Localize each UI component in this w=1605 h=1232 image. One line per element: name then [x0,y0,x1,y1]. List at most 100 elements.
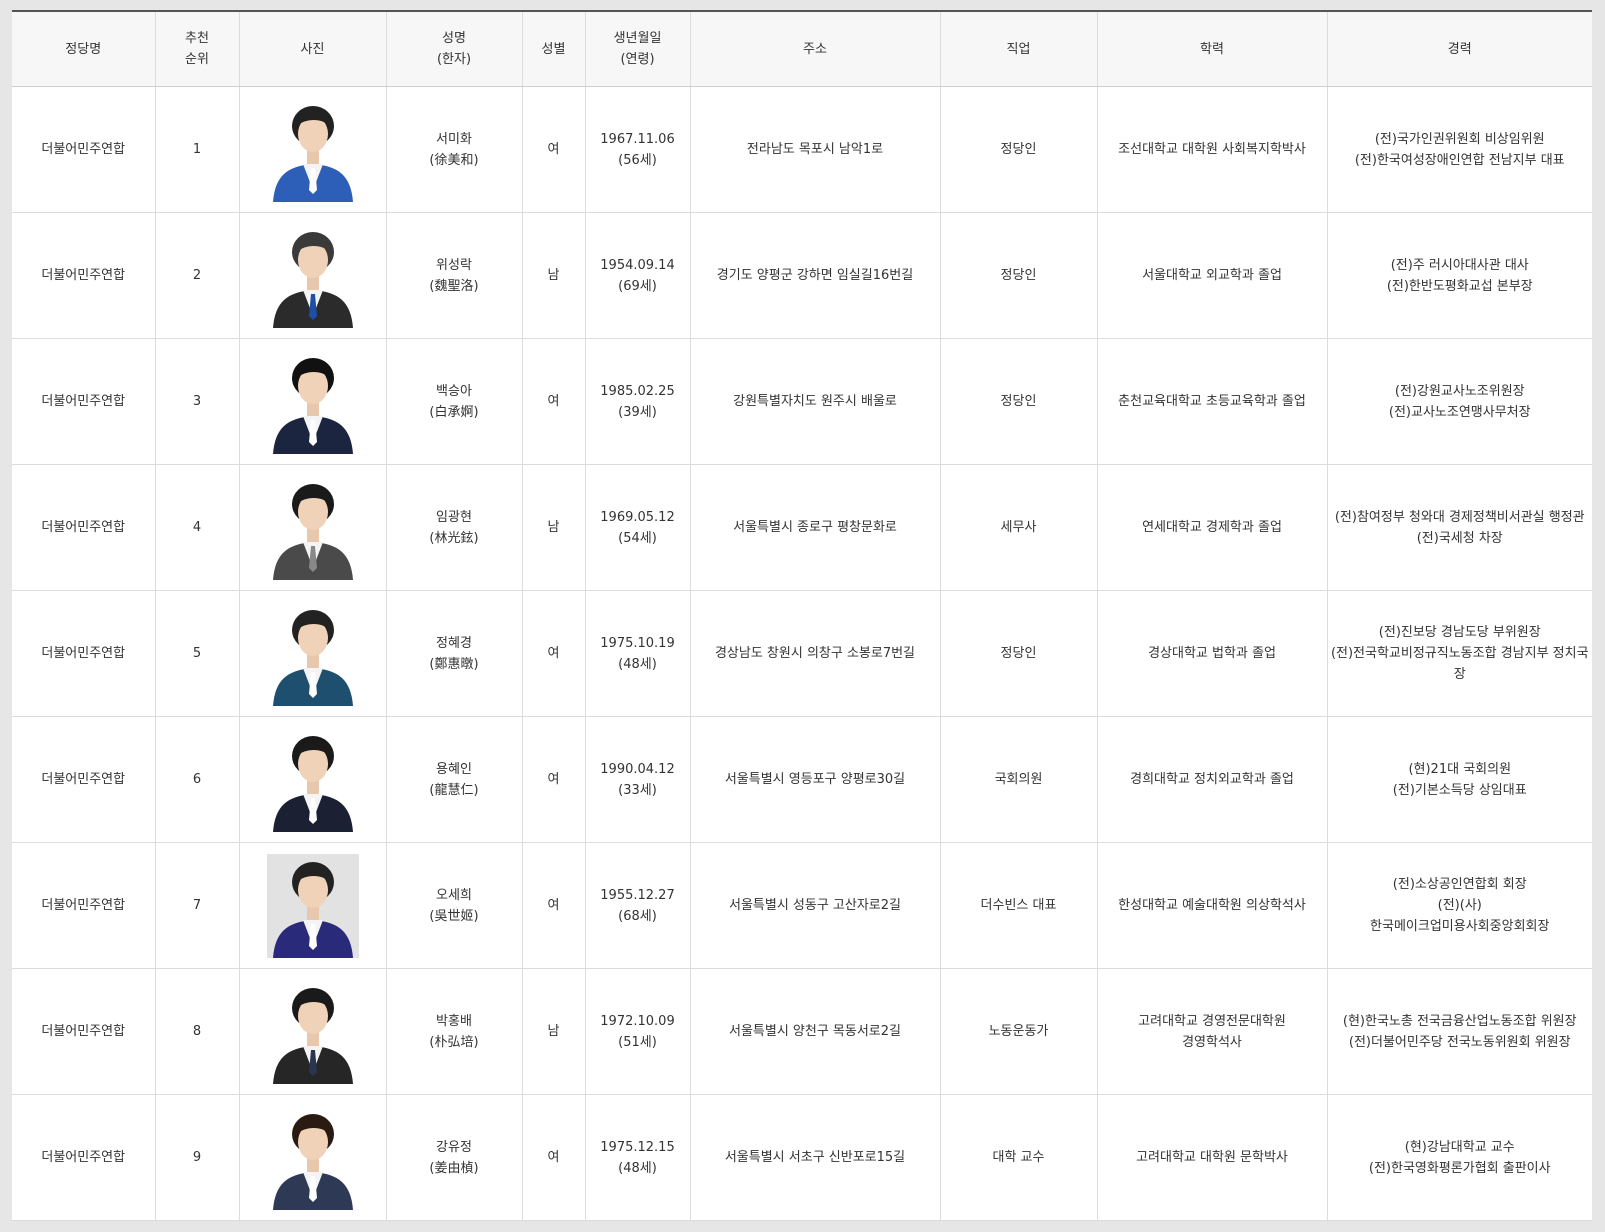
table-row: 더불어민주연합 7 오세희 (吳世姬) 여 1955.12.27 (68세) 서울특별시 성동… [12,842,1592,969]
name-cell: 정혜경 (鄭惠暾) [386,590,523,717]
education-line: 고려대학교 경영전문대학원 [1138,1013,1286,1029]
birth-date: 1967.11.06 [600,131,675,147]
education-line: 경영학석사 [1182,1034,1242,1050]
header-career: 경력 [1327,12,1592,87]
candidate-gender: 남 [547,268,560,283]
birth-cell: 1954.09.14 (69세) [585,212,691,339]
header-party-label: 정당명 [65,41,102,57]
address-cell: 서울특별시 서초구 신반포로15길 [690,1094,941,1221]
table-row: 더불어민주연합 5 정혜경 (鄭惠暾) 여 1975.10.19 (48세) 경상남도 창원시… [12,590,1592,717]
name-cell: 위성락 (魏聖洛) [386,212,523,339]
rank-number: 1 [192,142,202,157]
candidate-age: (51세) [618,1034,657,1050]
party-cell: 더불어민주연합 [12,716,156,843]
candidate-job: 더수빈스 대표 [980,898,1057,913]
table-body: 더불어민주연합 1 서미화 (徐美和) 여 1967.11.06 (56세) 전라남도 목포시… [12,86,1592,1221]
rank-cell: 6 [155,716,240,843]
rank-number: 8 [192,1024,202,1039]
party-name: 더불어민주연합 [41,268,126,283]
career-line: (전)더불어민주당 전국노동위원회 위원장 [1348,1034,1571,1050]
photo-cell [239,212,387,339]
portrait-neck [306,149,319,164]
candidate-photo [266,223,359,328]
portrait-neck [306,905,319,920]
header-career-label: 경력 [1447,41,1472,57]
table-row: 더불어민주연합 9 강유정 (姜由楨) 여 1975.12.15 (48세) 서울특별시 서초… [12,1094,1592,1221]
address-cell: 경기도 양평군 강하면 임실길16번길 [690,212,941,339]
rank-number: 5 [192,646,202,661]
party-name: 더불어민주연합 [41,898,126,913]
job-cell: 정당인 [940,338,1098,465]
party-cell: 더불어민주연합 [12,464,156,591]
birth-cell: 1969.05.12 (54세) [585,464,691,591]
rank-cell: 9 [155,1094,240,1221]
candidate-name: 백승아 [436,383,472,399]
candidate-hanja: (魏聖洛) [429,278,479,294]
job-cell: 국회의원 [940,716,1098,843]
career-line: (전)국세청 차장 [1416,530,1503,546]
job-cell: 정당인 [940,86,1098,213]
rank-cell: 8 [155,968,240,1095]
header-photo-label: 사진 [300,41,325,57]
career-line: (전)(사) [1437,898,1482,913]
table-row: 더불어민주연합 6 용혜인 (龍慧仁) 여 1990.04.12 (33세) 서울특별시 영등… [12,716,1592,843]
gender-cell: 여 [522,842,586,969]
name-cell: 용혜인 (龍慧仁) [386,716,523,843]
party-cell: 더불어민주연합 [12,212,156,339]
candidate-address: 서울특별시 성동구 고산자로2길 [728,898,902,913]
address-cell: 서울특별시 양천구 목동서로2길 [690,968,941,1095]
header-row: 정당명 추천 순위 사진 성명 (한자) 성별 생년월일 (연령) 주소 직업 … [12,12,1592,87]
rank-cell: 4 [155,464,240,591]
rank-cell: 1 [155,86,240,213]
header-education: 학력 [1097,12,1328,87]
education-cell: 한성대학교 예술대학원 의상학석사 [1097,842,1328,969]
candidate-age: (48세) [618,656,657,672]
candidate-photo [266,1105,359,1210]
candidate-job: 정당인 [1000,394,1037,409]
header-rank-label-1: 추천 [185,31,209,46]
candidate-address: 서울특별시 종로구 평창문화로 [733,520,897,535]
name-cell: 서미화 (徐美和) [386,86,523,213]
career-line: (전)전국학교비정규직노동조합 경남지부 정치국장 [1330,646,1589,682]
portrait-image [266,475,359,580]
birth-date: 1972.10.09 [600,1013,675,1029]
career-line: (전)소상공인연합회 회장 [1392,877,1527,892]
candidate-hanja: (朴弘培) [429,1034,479,1050]
career-line: (전)한국여성장애인연합 전남지부 대표 [1354,152,1565,168]
job-cell: 세무사 [940,464,1098,591]
candidate-name: 임광현 [436,509,472,525]
candidate-photo [266,727,359,832]
education-line: 서울대학교 외교학과 졸업 [1142,268,1282,283]
rank-number: 3 [192,394,202,409]
portrait-neck [306,275,319,290]
portrait-neck [306,653,319,668]
party-cell: 더불어민주연합 [12,842,156,969]
career-line: (전)참여정부 청와대 경제정책비서관실 행정관 [1334,509,1585,525]
candidate-address: 서울특별시 양천구 목동서로2길 [728,1024,902,1039]
candidate-name: 용혜인 [436,761,472,777]
candidate-hanja: (林光鉉) [429,530,479,546]
birth-cell: 1975.10.19 (48세) [585,590,691,717]
photo-cell [239,842,387,969]
candidate-photo [266,97,359,202]
birth-date: 1990.04.12 [600,761,675,777]
career-cell: (전)소상공인연합회 회장 (전)(사) 한국메이크업미용사회중앙회회장 [1327,842,1592,969]
portrait-neck [306,779,319,794]
job-cell: 정당인 [940,212,1098,339]
rank-cell: 7 [155,842,240,969]
career-cell: (현)강남대학교 교수 (전)한국영화평론가협회 출판이사 [1327,1094,1592,1221]
candidate-table: 정당명 추천 순위 사진 성명 (한자) 성별 생년월일 (연령) 주소 직업 … [12,12,1592,1221]
education-cell: 춘천교육대학교 초등교육학과 졸업 [1097,338,1328,465]
portrait-image [266,979,359,1084]
rank-cell: 3 [155,338,240,465]
page-background: 정당명 추천 순위 사진 성명 (한자) 성별 생년월일 (연령) 주소 직업 … [0,0,1605,1232]
party-cell: 더불어민주연합 [12,590,156,717]
candidate-photo [266,853,359,958]
candidate-photo [266,979,359,1084]
career-line: (현)21대 국회의원 [1408,761,1512,777]
education-line: 춘천교육대학교 초등교육학과 졸업 [1118,394,1306,409]
portrait-image [266,601,359,706]
education-line: 한성대학교 예술대학원 의상학석사 [1118,898,1306,913]
header-party: 정당명 [12,12,156,87]
job-cell: 노동운동가 [940,968,1098,1095]
